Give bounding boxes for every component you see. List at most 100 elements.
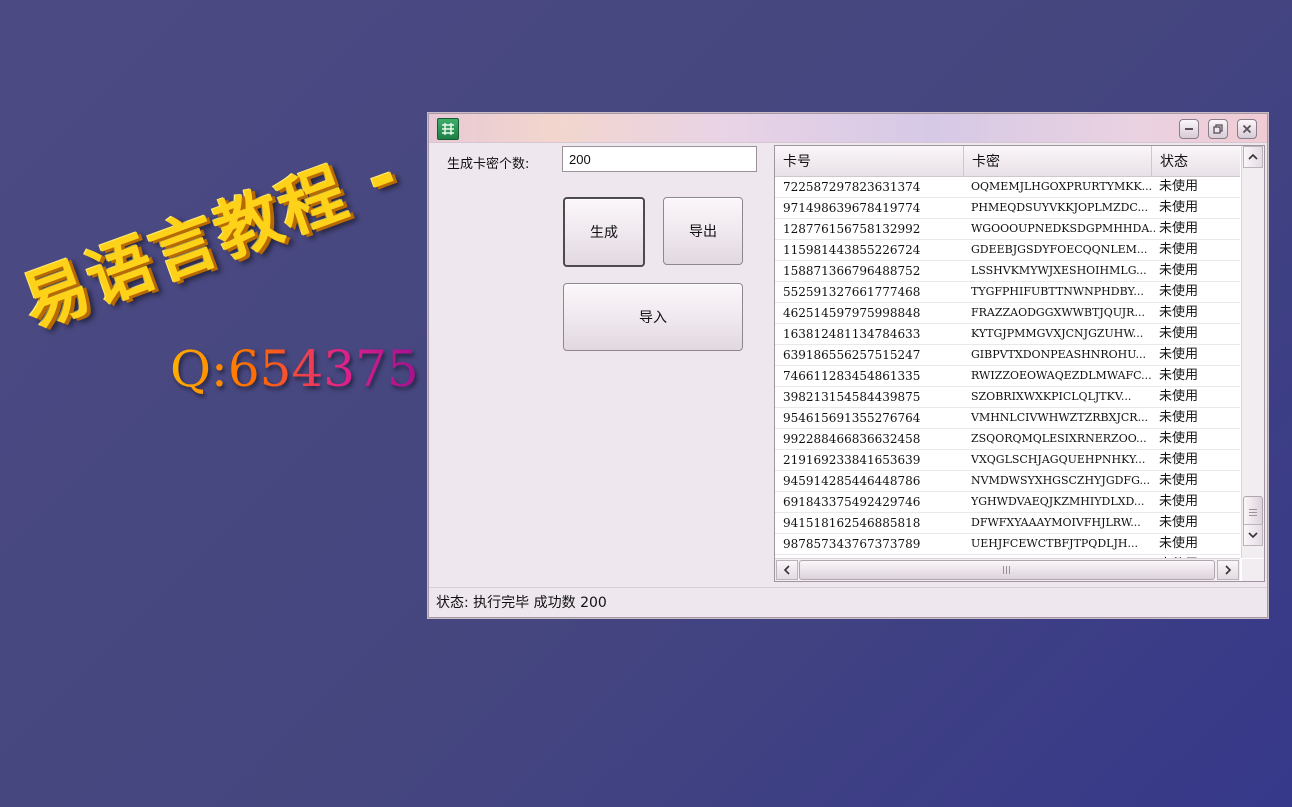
cell-card-secret: LSSHVKMYWJXESHOIHMLG... <box>971 264 1147 277</box>
table-body: 722587297823631374 OQMEMJLHGOXPRURTYMKK..… <box>775 177 1240 576</box>
cell-card-secret: PHMEQDSUYVKKJOPLMZDC... <box>971 201 1148 214</box>
cell-card-secret: KYTGJPMMGVXJCNJGZUHW... <box>971 327 1144 340</box>
maximize-button[interactable] <box>1208 119 1228 139</box>
cell-card-number: 945914285446448786 <box>783 474 921 488</box>
cell-card-number: 971498639678419774 <box>783 201 921 215</box>
cell-status: 未使用 <box>1159 368 1199 383</box>
column-header-card-number[interactable]: 卡号 <box>775 146 963 176</box>
table-row[interactable]: 971498639678419774 PHMEQDSUYVKKJOPLMZDC..… <box>775 198 1240 219</box>
scroll-right-button[interactable] <box>1217 560 1239 580</box>
cell-status: 未使用 <box>1159 389 1199 404</box>
cell-status: 未使用 <box>1159 263 1199 278</box>
cell-status: 未使用 <box>1159 410 1199 425</box>
cell-status: 未使用 <box>1159 284 1199 299</box>
cell-card-secret: OQMEMJLHGOXPRURTYMKK... <box>971 180 1153 193</box>
chevron-up-icon <box>1248 153 1258 160</box>
cell-card-number: 462514597975998848 <box>783 306 921 320</box>
cell-card-secret: DFWFXYAAAYMOIVFHJLRW... <box>971 516 1141 529</box>
table-row[interactable]: 158871366796488752 LSSHVKMYWJXESHOIHMLG..… <box>775 261 1240 282</box>
table-row[interactable]: 128776156758132992 WGOOOUPNEDKSDGPMHHDA..… <box>775 219 1240 240</box>
cell-status: 未使用 <box>1159 242 1199 257</box>
count-input[interactable] <box>562 146 757 172</box>
app-icon <box>437 118 459 140</box>
cell-status: 未使用 <box>1159 326 1199 341</box>
table-row[interactable]: 691843375492429746 YGHWDVAEQJKZMHIYDLXD..… <box>775 492 1240 513</box>
scroll-down-button[interactable] <box>1243 524 1263 546</box>
table-row[interactable]: 954615691355276764 VMHNLCIVWHWZTZRBXJCR..… <box>775 408 1240 429</box>
table-header: 卡号 卡密 状态 <box>775 146 1240 177</box>
cell-card-secret: TYGFPHIFUBTTNWNPHDBY... <box>971 285 1144 298</box>
cell-status: 未使用 <box>1159 536 1199 551</box>
cell-card-secret: GIBPVTXDONPEASHNROHU... <box>971 348 1146 361</box>
horizontal-scroll-thumb[interactable] <box>799 560 1215 580</box>
cell-card-secret: RWIZZOEOWAQEZDLMWAFC... <box>971 369 1152 382</box>
cell-status: 未使用 <box>1159 221 1199 236</box>
cell-status: 未使用 <box>1159 473 1199 488</box>
cell-card-number: 941518162546885818 <box>783 516 921 530</box>
app-window: 生成卡密个数: 生成 导出 导入 卡号 卡密 状态 72258729782363… <box>428 113 1268 618</box>
promo-title: 易语言教程 - <box>12 135 410 343</box>
table-row[interactable]: 987857343767373789 UEHJFCEWCTBFJTPQDLJH..… <box>775 534 1240 555</box>
table-row[interactable]: 115981443855226724 GDEEBJGSDYFOECQQNLEM..… <box>775 240 1240 261</box>
cell-status: 未使用 <box>1159 431 1199 446</box>
count-label: 生成卡密个数: <box>447 157 530 172</box>
cell-status: 未使用 <box>1159 515 1199 530</box>
cell-card-number: 128776156758132992 <box>783 222 921 236</box>
close-button[interactable] <box>1237 119 1257 139</box>
cell-status: 未使用 <box>1159 452 1199 467</box>
table-row[interactable]: 945914285446448786 NVMDWSYXHGSCZHYJGDFG..… <box>775 471 1240 492</box>
vertical-scrollbar[interactable] <box>1241 146 1264 558</box>
table-row[interactable]: 746611283454861335 RWIZZOEOWAQEZDLMWAFC..… <box>775 366 1240 387</box>
scroll-left-button[interactable] <box>776 560 798 580</box>
cell-card-number: 163812481134784633 <box>783 327 921 341</box>
cell-card-secret: FRAZZAODGGXWWBTJQUJR... <box>971 306 1145 319</box>
cell-card-secret: UEHJFCEWCTBFJTPQDLJH... <box>971 537 1138 550</box>
minimize-icon <box>1185 128 1193 130</box>
cell-card-number: 992288466836632458 <box>783 432 921 446</box>
cell-card-number: 722587297823631374 <box>783 180 921 194</box>
card-table[interactable]: 卡号 卡密 状态 722587297823631374 OQMEMJLHGOXPR… <box>774 145 1265 582</box>
minimize-button[interactable] <box>1179 119 1199 139</box>
table-row[interactable]: 462514597975998848 FRAZZAODGGXWWBTJQUJR..… <box>775 303 1240 324</box>
table-row[interactable]: 219169233841653639 VXQGLSCHJAGQUEHPNHKY..… <box>775 450 1240 471</box>
table-row[interactable]: 992288466836632458 ZSQORQMQLESIXRNERZOO..… <box>775 429 1240 450</box>
generate-button[interactable]: 生成 <box>563 197 645 267</box>
cell-card-number: 691843375492429746 <box>783 495 921 509</box>
export-button[interactable]: 导出 <box>663 197 743 265</box>
column-header-status[interactable]: 状态 <box>1151 146 1240 176</box>
cell-card-secret: VMHNLCIVWHWZTZRBXJCR... <box>971 411 1149 424</box>
table-row[interactable]: 639186556257515247 GIBPVTXDONPEASHNROHU..… <box>775 345 1240 366</box>
table-row[interactable]: 398213154584439875 SZOBRIXWXKPICLQLJTKV..… <box>775 387 1240 408</box>
table-row[interactable]: 163812481134784633 KYTGJPMMGVXJCNJGZUHW..… <box>775 324 1240 345</box>
close-icon <box>1242 124 1252 134</box>
cell-card-number: 954615691355276764 <box>783 411 921 425</box>
column-header-card-secret[interactable]: 卡密 <box>963 146 1151 176</box>
cell-status: 未使用 <box>1159 200 1199 215</box>
title-bar[interactable] <box>429 114 1267 143</box>
cell-status: 未使用 <box>1159 494 1199 509</box>
cell-card-number: 158871366796488752 <box>783 264 921 278</box>
chevron-down-icon <box>1248 532 1258 539</box>
table-row[interactable]: 552591327661777468 TYGFPHIFUBTTNWNPHDBY..… <box>775 282 1240 303</box>
chevron-left-icon <box>783 565 790 575</box>
scrollbar-corner <box>1242 559 1264 581</box>
cell-card-secret: YGHWDVAEQJKZMHIYDLXD... <box>971 495 1145 508</box>
cell-card-secret: NVMDWSYXHGSCZHYJGDFG... <box>971 474 1150 487</box>
table-row[interactable]: 941518162546885818 DFWFXYAAAYMOIVFHJLRW..… <box>775 513 1240 534</box>
cell-status: 未使用 <box>1159 179 1199 194</box>
cell-card-secret: GDEEBJGSDYFOECQQNLEM... <box>971 243 1148 256</box>
cell-status: 未使用 <box>1159 347 1199 362</box>
cell-card-secret: SZOBRIXWXKPICLQLJTKV... <box>971 390 1132 403</box>
cell-card-number: 398213154584439875 <box>783 390 921 404</box>
cell-card-number: 552591327661777468 <box>783 285 921 299</box>
cell-card-number: 987857343767373789 <box>783 537 921 551</box>
cell-card-secret: VXQGLSCHJAGQUEHPNHKY... <box>971 453 1146 466</box>
import-button[interactable]: 导入 <box>563 283 743 351</box>
scroll-up-button[interactable] <box>1243 146 1263 168</box>
cell-card-number: 115981443855226724 <box>783 243 921 257</box>
cell-card-secret: ZSQORQMQLESIXRNERZOO... <box>971 432 1147 445</box>
horizontal-scrollbar[interactable] <box>775 558 1240 581</box>
table-row[interactable]: 722587297823631374 OQMEMJLHGOXPRURTYMKK..… <box>775 177 1240 198</box>
cell-card-number: 219169233841653639 <box>783 453 921 467</box>
cell-card-number: 746611283454861335 <box>783 369 921 383</box>
